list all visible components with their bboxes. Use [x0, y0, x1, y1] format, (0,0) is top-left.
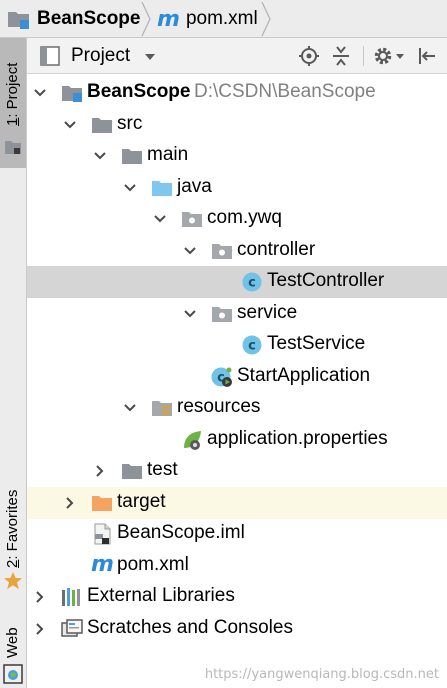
module-folder-icon: [8, 12, 29, 29]
tree-row-beanscope-iml[interactable]: BeanScope.iml: [27, 518, 447, 550]
module-folder-icon: [62, 86, 82, 102]
hide-panel-icon[interactable]: [415, 44, 439, 68]
tree-item-label: test: [147, 459, 178, 480]
tree-row-pom-xml[interactable]: m pom.xml: [27, 550, 447, 582]
panel-title: Project: [71, 45, 131, 66]
chevron-right-icon[interactable]: [31, 620, 49, 638]
project-tool-window: Project BeanScope D:\CSDN\BeanScope src …: [27, 38, 447, 688]
tree-row-main[interactable]: main: [27, 140, 447, 172]
tree-row-testcontroller[interactable]: c TestController: [27, 266, 447, 298]
tree-row-application-properties[interactable]: application.properties: [27, 424, 447, 456]
package-icon: [182, 212, 202, 227]
chevron-right-icon[interactable]: [31, 588, 49, 606]
tree-item-label: pom.xml: [117, 554, 189, 575]
folder-icon: [122, 464, 142, 479]
tree-item-label: StartApplication: [237, 365, 371, 386]
breadcrumb-project-label: BeanScope: [37, 8, 141, 29]
tool-tab-project-label: 1: Project: [4, 62, 21, 126]
class-icon: c: [242, 335, 262, 355]
tree-row-controller[interactable]: controller: [27, 235, 447, 267]
tree-row-startapplication[interactable]: c StartApplication: [27, 361, 447, 393]
tree-item-label: TestController: [267, 270, 385, 291]
tool-tab-favorites[interactable]: 2: Favorites: [0, 478, 26, 598]
tree-item-label: controller: [237, 239, 316, 260]
tree-row-test[interactable]: test: [27, 455, 447, 487]
tree-item-label: java: [177, 176, 212, 197]
source-folder-icon: [152, 181, 172, 196]
package-icon: [212, 307, 232, 322]
breadcrumb-file[interactable]: m pom.xml: [157, 0, 258, 38]
watermark: https://yangwenqiang.blog.csdn.net: [204, 667, 439, 682]
tree-row-beanscope[interactable]: BeanScope D:\CSDN\BeanScope: [27, 77, 447, 109]
breadcrumb-separator-icon: [141, 1, 151, 37]
excluded-folder-icon: [92, 496, 112, 511]
tool-tab-web[interactable]: Web: [0, 614, 26, 688]
maven-icon: m: [157, 6, 180, 32]
tree-row-target[interactable]: target: [27, 487, 447, 519]
tree-item-label: BeanScope: [87, 81, 191, 102]
svg-text:c: c: [248, 276, 256, 291]
tree-item-label: TestService: [267, 333, 366, 354]
view-dropdown-chevron-icon[interactable]: [143, 46, 157, 66]
tree-item-label: BeanScope.iml: [117, 522, 245, 543]
tree-item-label: resources: [177, 396, 261, 417]
tree-item-label: src: [117, 113, 143, 134]
libraries-icon: [62, 588, 80, 606]
tree-item-label: main: [147, 144, 189, 165]
chevron-down-icon[interactable]: [151, 210, 169, 228]
breadcrumb-file-label: pom.xml: [185, 8, 258, 29]
tree-row-java[interactable]: java: [27, 172, 447, 204]
tool-tab-favorites-label: 2: Favorites: [4, 489, 21, 568]
chevron-down-icon[interactable]: [61, 116, 79, 134]
maven-icon: m: [91, 552, 114, 577]
chevron-down-icon[interactable]: [181, 242, 199, 260]
chevron-down-icon[interactable]: [31, 84, 49, 102]
package-icon: [212, 244, 232, 259]
panel-header: Project: [27, 38, 447, 74]
project-tool-icon: [5, 141, 21, 154]
tree-row-service[interactable]: service: [27, 298, 447, 330]
scratches-icon: [61, 619, 83, 637]
tree-item-label: service: [237, 302, 298, 323]
project-view-icon: [40, 46, 60, 66]
folder-icon: [122, 149, 142, 164]
header-divider: [363, 46, 364, 66]
tree-row-testservice[interactable]: c TestService: [27, 329, 447, 361]
tree-row-com-ywq[interactable]: com.ywq: [27, 203, 447, 235]
spring-boot-class-icon: c: [211, 367, 232, 387]
chevron-right-icon[interactable]: [91, 462, 109, 480]
tree-item-path: D:\CSDN\BeanScope: [194, 81, 376, 102]
resources-folder-icon: [152, 401, 172, 416]
spring-properties-icon: [184, 431, 201, 450]
web-icon: [3, 664, 23, 684]
locate-target-icon[interactable]: [297, 44, 321, 68]
chevron-right-icon[interactable]: [61, 494, 79, 512]
svg-text:c: c: [248, 339, 256, 354]
tree-item-label: target: [117, 491, 166, 512]
breadcrumb-project[interactable]: BeanScope: [7, 0, 140, 38]
tool-tab-project[interactable]: 1: Project: [0, 38, 26, 168]
chevron-down-icon[interactable]: [121, 399, 139, 417]
collapse-all-icon[interactable]: [329, 44, 353, 68]
chevron-down-icon[interactable]: [121, 179, 139, 197]
class-icon: c: [242, 272, 262, 292]
tree-item-label: External Libraries: [87, 585, 235, 606]
tree-item-label: application.properties: [207, 428, 388, 449]
navigation-bar: BeanScope m pom.xml: [0, 0, 447, 38]
gear-icon[interactable]: [371, 44, 405, 68]
tool-tab-web-label: Web: [4, 627, 21, 658]
tree-item-label: com.ywq: [207, 207, 282, 228]
tree-row-src[interactable]: src: [27, 109, 447, 141]
folder-icon: [92, 118, 112, 133]
chevron-down-icon[interactable]: [181, 305, 199, 323]
iml-file-icon: [94, 523, 111, 545]
tree-row-resources[interactable]: resources: [27, 392, 447, 424]
left-tool-strip: 1: Project 2: Favorites Web: [0, 38, 27, 688]
chevron-down-icon[interactable]: [91, 147, 109, 165]
star-icon: [4, 572, 22, 589]
tree-item-label: Scratches and Consoles: [87, 617, 293, 638]
tree-row-external-libraries[interactable]: External Libraries: [27, 581, 447, 613]
breadcrumb-separator-icon: [261, 1, 271, 37]
tree-row-scratches-and-consoles[interactable]: Scratches and Consoles: [27, 613, 447, 645]
